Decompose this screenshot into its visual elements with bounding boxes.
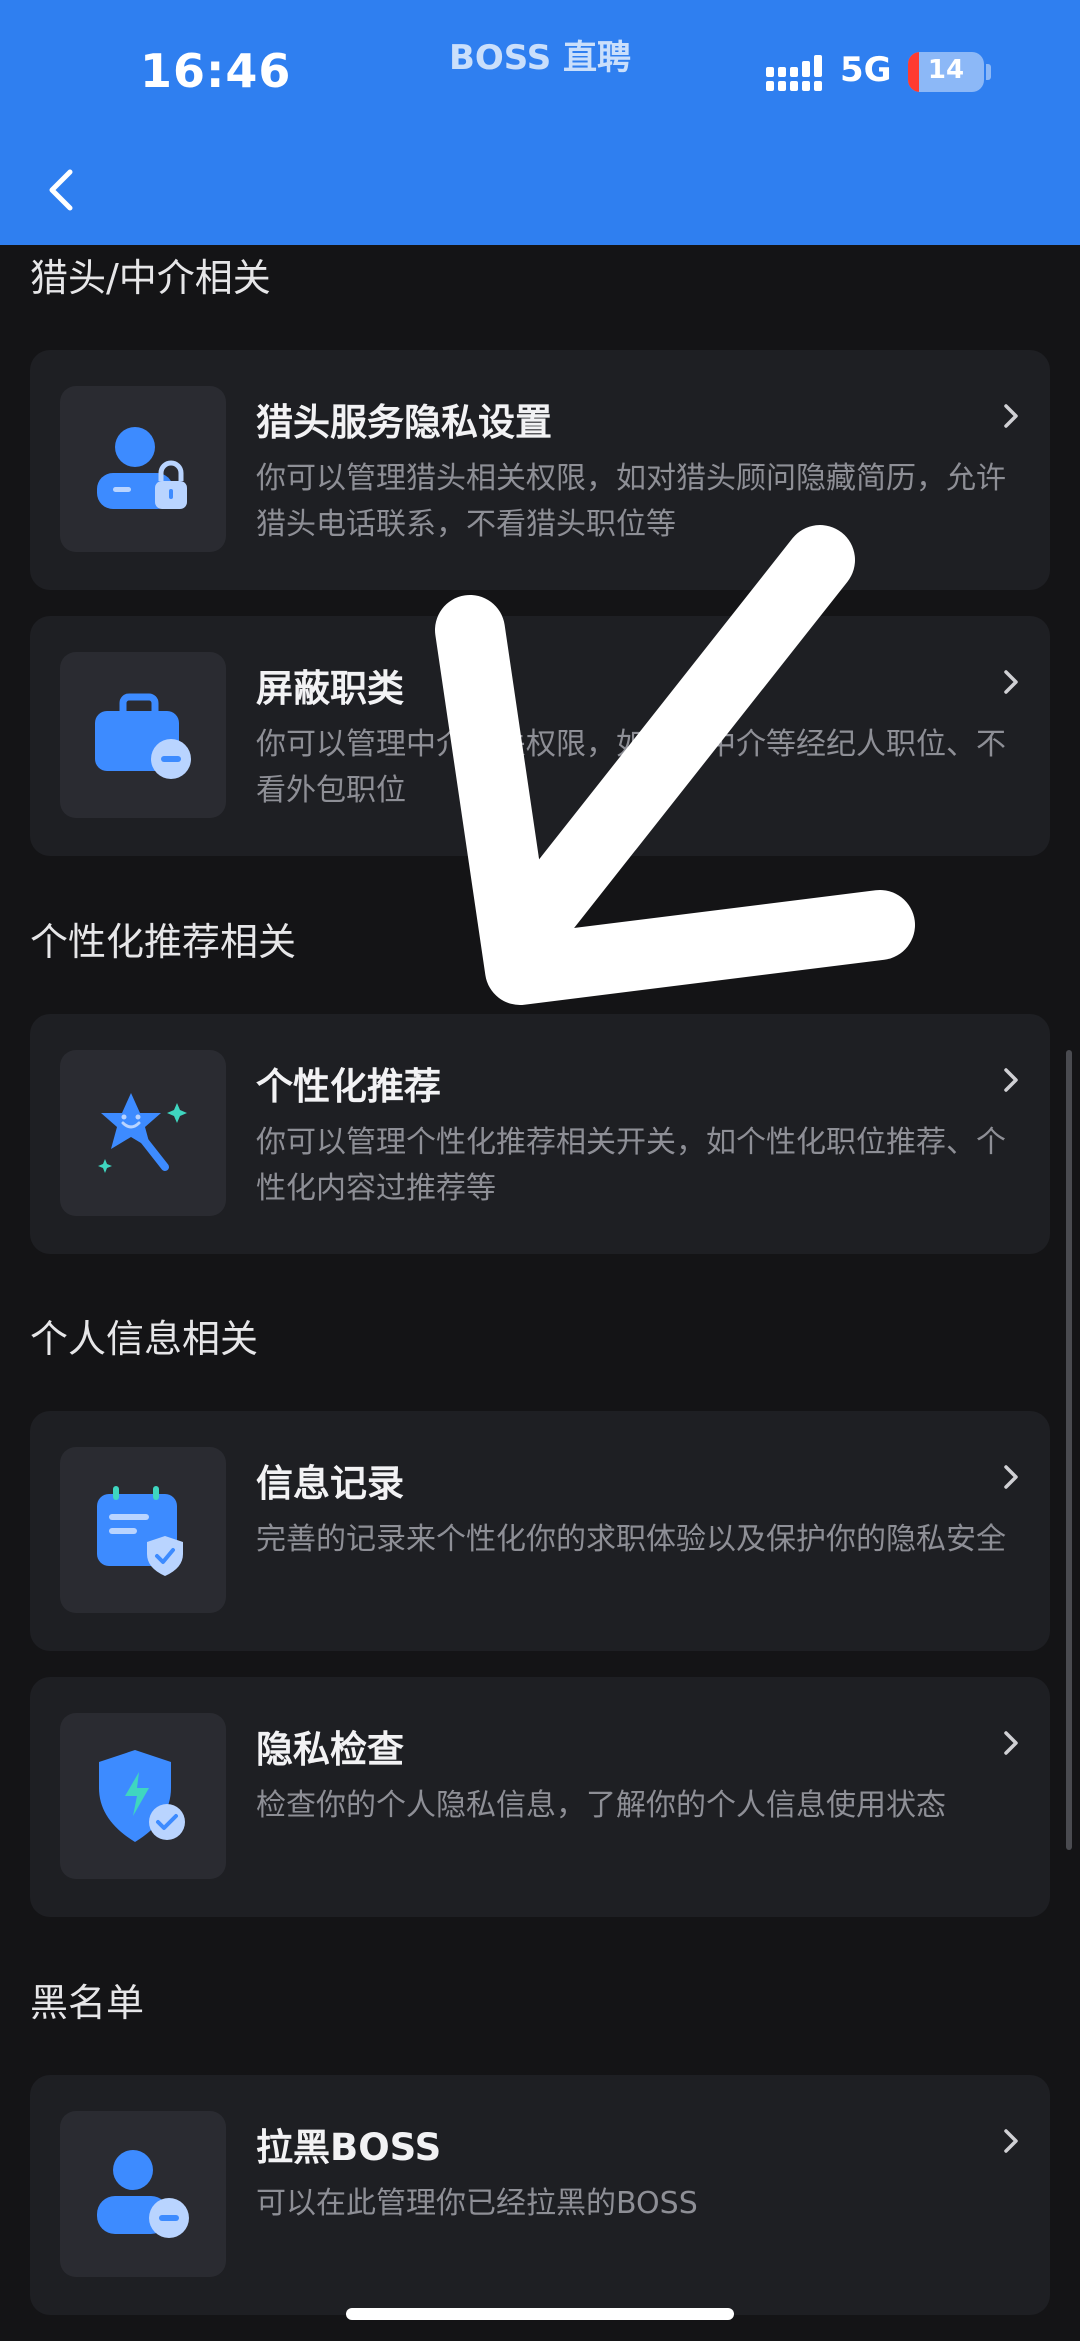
item-description: 可以在此管理你已经拉黑的BOSS xyxy=(256,2186,698,2221)
item-description: 你可以管理猎头相关权限，如对猎头顾问隐藏简历，允许猎头电话联系，不看猎头职位等 xyxy=(256,461,1006,542)
shield-check-icon xyxy=(99,1750,185,1842)
setting-item-headhunter-privacy[interactable]: 猎头服务隐私设置 你可以管理猎头相关权限，如对猎头顾问隐藏简历，允许猎头电话联系… xyxy=(30,350,1050,590)
privacy-settings-screen: 16:46 BOSS 直聘 5G 14 猎头/中介相关 猎头服务隐私设置 你可以… xyxy=(0,0,1080,2341)
item-title: 隐私检查 xyxy=(256,1728,404,1771)
chevron-right-icon xyxy=(1004,1068,1018,1092)
item-title: 拉黑BOSS xyxy=(256,2126,442,2169)
battery-icon: 14 xyxy=(908,52,984,92)
briefcase-minus-icon xyxy=(95,693,191,779)
setting-item-privacy-check[interactable]: 隐私检查 检查你的个人隐私信息，了解你的个人信息使用状态 xyxy=(30,1677,1050,1917)
chevron-right-icon xyxy=(1004,2129,1018,2153)
setting-item-blocked-boss[interactable]: 拉黑BOSS 可以在此管理你已经拉黑的BOSS xyxy=(30,2075,1050,2315)
battery-percent: 14 xyxy=(927,55,965,85)
icon-tile xyxy=(60,2111,226,2277)
item-description: 完善的记录来个性化你的求职体验以及保护你的隐私安全 xyxy=(256,1522,1006,1557)
network-type: 5G xyxy=(840,50,892,90)
back-arrow-icon[interactable] xyxy=(38,160,88,220)
icon-tile xyxy=(60,652,226,818)
section-title-personalization: 个性化推荐相关 xyxy=(30,920,297,964)
star-wand-icon xyxy=(98,1093,187,1173)
item-description: 你可以管理个性化推荐相关开关，如个性化职位推荐、个性化内容过推荐等 xyxy=(256,1125,1006,1206)
scrollbar[interactable] xyxy=(1066,1050,1072,1850)
calendar-check-icon xyxy=(97,1486,183,1576)
item-description: 你可以管理中介相关权限，如屏蔽中介等经纪人职位、不看外包职位 xyxy=(256,727,1006,808)
home-indicator[interactable] xyxy=(346,2308,734,2320)
setting-item-block-categories[interactable]: 屏蔽职类 你可以管理中介相关权限，如屏蔽中介等经纪人职位、不看外包职位 xyxy=(30,616,1050,856)
item-title: 个性化推荐 xyxy=(256,1065,441,1108)
battery-cap xyxy=(986,64,991,80)
section-title-personal-info: 个人信息相关 xyxy=(30,1317,259,1361)
icon-tile xyxy=(60,1447,226,1613)
icon-tile xyxy=(60,386,226,552)
signal-icon xyxy=(766,55,822,91)
user-lock-icon xyxy=(97,427,187,509)
item-title: 屏蔽职类 xyxy=(256,667,404,710)
chevron-right-icon xyxy=(1004,670,1018,694)
item-title: 信息记录 xyxy=(256,1462,404,1505)
icon-tile xyxy=(60,1050,226,1216)
item-title: 猎头服务隐私设置 xyxy=(256,401,552,444)
user-minus-icon xyxy=(97,2150,189,2238)
chevron-right-icon xyxy=(1004,1465,1018,1489)
header-bar: 16:46 BOSS 直聘 5G 14 xyxy=(0,0,1080,245)
chevron-right-icon xyxy=(1004,404,1018,428)
chevron-right-icon xyxy=(1004,1731,1018,1755)
item-description: 检查你的个人隐私信息，了解你的个人信息使用状态 xyxy=(256,1788,946,1823)
section-title-headhunter: 猎头/中介相关 xyxy=(30,256,271,300)
section-title-blacklist: 黑名单 xyxy=(30,1981,145,2025)
setting-item-personalized-recommendation[interactable]: 个性化推荐 你可以管理个性化推荐相关开关，如个性化职位推荐、个性化内容过推荐等 xyxy=(30,1014,1050,1254)
icon-tile xyxy=(60,1713,226,1879)
setting-item-info-records[interactable]: 信息记录 完善的记录来个性化你的求职体验以及保护你的隐私安全 xyxy=(30,1411,1050,1651)
